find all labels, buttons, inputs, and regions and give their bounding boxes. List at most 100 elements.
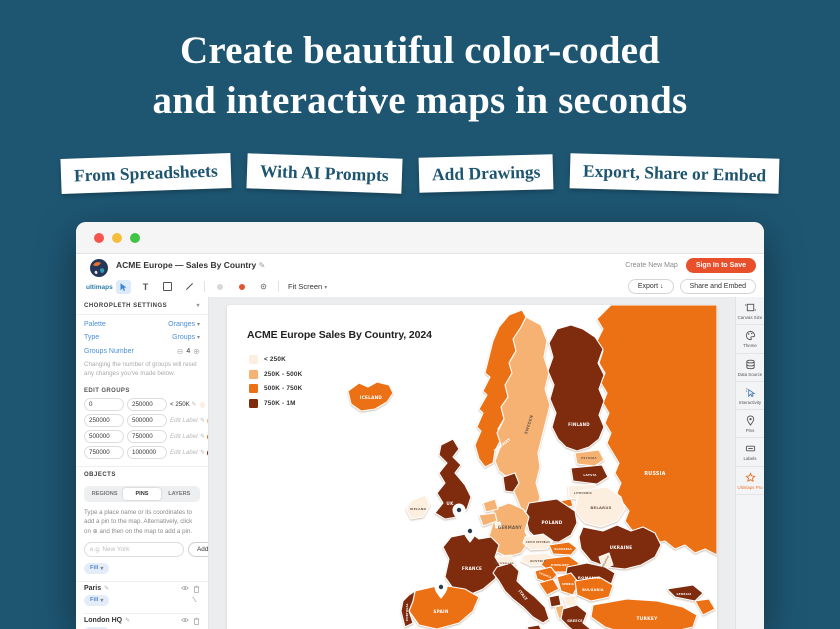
type-setting-row[interactable]: Type Groups ▾ xyxy=(76,331,208,344)
legend-item: < 250K xyxy=(249,355,302,364)
share-and-embed-button[interactable]: Share and Embed xyxy=(680,279,756,294)
tab-layers[interactable]: LAYERS xyxy=(161,488,198,500)
gear-icon xyxy=(259,282,268,291)
ultimaps-logo[interactable]: ultimaps xyxy=(86,258,112,291)
group-to-input[interactable] xyxy=(127,446,167,459)
group-to-input[interactable] xyxy=(127,398,167,411)
pin-list-item: Paris ✎ Fill▾ xyxy=(76,582,208,614)
edit-pin-icon[interactable]: ✎ xyxy=(125,617,130,624)
decrement-groups-button[interactable]: ⊖ xyxy=(177,347,184,356)
group-label[interactable]: Edit Label ✎ xyxy=(170,433,204,440)
group-label[interactable]: Edit Label ✎ xyxy=(170,417,204,424)
default-fill-chip[interactable]: Fill▾ xyxy=(84,563,109,574)
group-label[interactable]: Edit Label ✎ xyxy=(170,449,204,456)
panel-item-canvas-size[interactable]: Canvas Size xyxy=(736,297,764,325)
chevron-down-icon: ▾ xyxy=(196,302,200,309)
panel-item-pins[interactable]: Pins xyxy=(736,410,764,438)
pin-fill-chip[interactable]: Fill▾ xyxy=(84,595,109,606)
country-turkey[interactable] xyxy=(591,599,697,629)
sign-in-to-save-button[interactable]: Sign In to Save xyxy=(686,258,756,273)
settings-tool-button[interactable] xyxy=(256,280,271,294)
add-pin-button[interactable]: Add xyxy=(188,542,209,557)
trash-icon[interactable] xyxy=(193,585,200,593)
groups-number-value: 4 xyxy=(186,348,190,355)
group-color-swatch[interactable] xyxy=(200,402,206,408)
add-pin-row: Add xyxy=(76,539,208,560)
group-row: Edit Label ✎ xyxy=(76,413,208,429)
svg-text:SPAIN: SPAIN xyxy=(433,609,448,614)
europe-map[interactable]: ICELAND NORWAY SWEDEN FINLAND RUSSIA EST… xyxy=(227,305,717,629)
fit-screen-dropdown[interactable]: Fit Screen ▾ xyxy=(288,282,327,291)
tab-regions[interactable]: REGIONS xyxy=(86,488,123,500)
panel-item-interactivity[interactable]: Interactivity xyxy=(736,382,764,410)
pins-help-text: Type a place name or its coordinates to … xyxy=(76,505,208,539)
pin-search-input[interactable] xyxy=(84,542,184,557)
pin-connector-icon[interactable] xyxy=(191,596,198,605)
eye-icon[interactable] xyxy=(181,617,189,623)
country-finland[interactable] xyxy=(548,325,604,451)
group-from-input[interactable] xyxy=(84,398,124,411)
eye-icon[interactable] xyxy=(181,585,189,591)
svg-text:CZECH REPUBLIC: CZECH REPUBLIC xyxy=(526,541,551,544)
edit-title-icon[interactable]: ✎ xyxy=(259,261,266,270)
group-to-input[interactable] xyxy=(127,414,167,427)
document-title: ACME Europe — Sales By Country ✎ xyxy=(116,260,265,270)
red-dot-icon xyxy=(239,284,245,290)
data-source-icon xyxy=(745,359,756,370)
group-from-input[interactable] xyxy=(84,446,124,459)
svg-text:GREECE: GREECE xyxy=(567,619,582,623)
panel-item-ultimaps-pro[interactable]: Ultimaps Pro xyxy=(736,467,764,495)
text-tool-button[interactable]: T xyxy=(138,280,153,294)
shape-tool-button[interactable] xyxy=(160,280,175,294)
legend-item: 500K - 750K xyxy=(249,384,302,393)
select-tool-button[interactable] xyxy=(116,280,131,294)
cursor-icon xyxy=(119,282,128,292)
edit-label-icon: ✎ xyxy=(199,449,204,456)
country-france[interactable] xyxy=(443,533,501,595)
canvas-size-icon xyxy=(745,302,756,313)
objects-header: OBJECTS xyxy=(76,467,208,483)
country-uk[interactable] xyxy=(435,439,471,519)
pin-name: Paris xyxy=(84,585,101,592)
draw-tool-button[interactable] xyxy=(182,280,197,294)
group-to-input[interactable] xyxy=(127,430,167,443)
panel-item-theme[interactable]: Theme xyxy=(736,325,764,353)
edit-pin-icon[interactable]: ✎ xyxy=(104,585,109,592)
legend-item: 750K - 1M xyxy=(249,399,302,408)
svg-text:PORTUGAL: PORTUGAL xyxy=(405,603,409,621)
map-canvas-area: ICELAND NORWAY SWEDEN FINLAND RUSSIA EST… xyxy=(209,297,735,629)
groups-number-row: Groups Number ⊖ 4 ⊕ xyxy=(76,344,208,359)
zoom-window-button[interactable] xyxy=(130,233,140,243)
group-from-input[interactable] xyxy=(84,430,124,443)
group-label[interactable]: < 250K ✎ xyxy=(170,401,197,408)
trash-icon[interactable] xyxy=(193,617,200,625)
country-netherlands[interactable] xyxy=(483,499,498,512)
fill-color-button[interactable] xyxy=(234,280,249,294)
choropleth-settings-header[interactable]: CHOROPLETH SETTINGS ▾ xyxy=(76,297,208,315)
chevron-down-icon: ▾ xyxy=(197,322,200,328)
pins-icon xyxy=(745,415,756,426)
minimize-window-button[interactable] xyxy=(112,233,122,243)
gray-dot-icon xyxy=(217,284,223,290)
chevron-down-icon: ▾ xyxy=(100,597,103,604)
group-from-input[interactable] xyxy=(84,414,124,427)
window-titlebar xyxy=(76,222,764,254)
country-montenegro[interactable] xyxy=(549,595,561,607)
close-window-button[interactable] xyxy=(94,233,104,243)
svg-text:UKRAINE: UKRAINE xyxy=(610,545,633,550)
rectangle-icon xyxy=(163,282,172,291)
create-new-map-link[interactable]: Create New Map xyxy=(625,262,678,269)
palette-setting-row[interactable]: Palette Oranges ▾ xyxy=(76,318,208,331)
country-greece[interactable] xyxy=(561,605,593,629)
panel-item-data-source[interactable]: Data Source xyxy=(736,354,764,382)
legend-swatch xyxy=(249,370,258,379)
export-button[interactable]: Export ↓ xyxy=(628,279,674,294)
tab-pins[interactable]: PINS xyxy=(123,488,160,500)
pin-london-hq[interactable] xyxy=(453,504,465,521)
stroke-color-button[interactable] xyxy=(212,280,227,294)
country-bosnia[interactable] xyxy=(539,579,559,595)
country-azerbaijan[interactable] xyxy=(695,599,715,615)
map-card: ICELAND NORWAY SWEDEN FINLAND RUSSIA EST… xyxy=(227,305,717,629)
panel-item-labels[interactable]: Labels xyxy=(736,438,764,466)
increment-groups-button[interactable]: ⊕ xyxy=(193,347,200,356)
